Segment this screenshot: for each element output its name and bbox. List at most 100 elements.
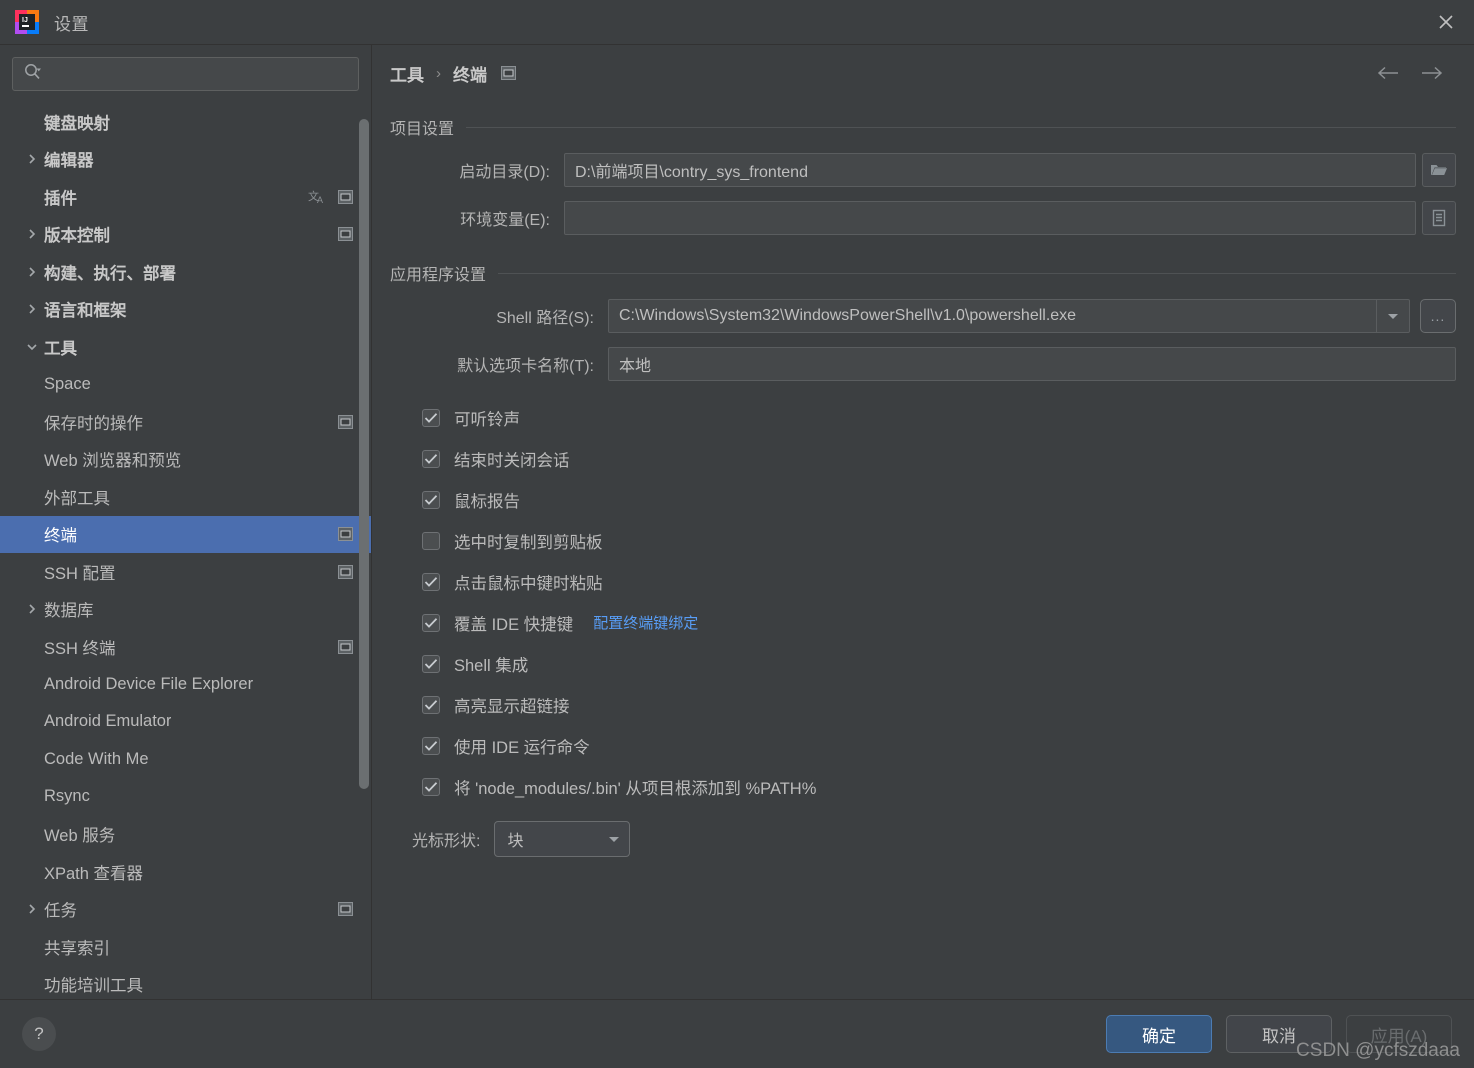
sidebar-item-label: Android Emulator <box>44 712 171 731</box>
checkbox-row-4: 点击鼠标中键时粘贴 <box>390 561 1456 602</box>
shell-path-browse-button[interactable]: ... <box>1420 299 1456 333</box>
start-directory-row: 启动目录(D): D:\前端项目\contry_sys_frontend <box>390 153 1456 187</box>
checkbox-4[interactable] <box>422 573 440 591</box>
checkbox-3[interactable] <box>422 532 440 550</box>
checkbox-label: 覆盖 IDE 快捷键 <box>454 611 573 635</box>
sidebar-item-6[interactable]: 工具 <box>0 328 371 366</box>
sidebar-item-8[interactable]: 保存时的操作 <box>0 403 371 441</box>
sidebar-item-16[interactable]: Android Emulator <box>0 703 371 741</box>
start-directory-input[interactable]: D:\前端项目\contry_sys_frontend <box>564 153 1416 187</box>
checkbox-7[interactable] <box>422 696 440 714</box>
checkbox-6[interactable] <box>422 655 440 673</box>
sidebar-scrollbar-thumb[interactable] <box>359 119 369 789</box>
settings-sidebar: 键盘映射编辑器插件文A 版本控制构建、执行、部署语言和框架工具Space保存时的操… <box>0 45 372 999</box>
chevron-down-icon[interactable] <box>1376 300 1409 332</box>
sidebar-item-22[interactable]: 共享索引 <box>0 928 371 966</box>
cursor-shape-value: 块 <box>495 827 599 851</box>
sidebar-item-10[interactable]: 外部工具 <box>0 478 371 516</box>
sidebar-item-1[interactable]: 编辑器 <box>0 141 371 179</box>
chevron-down-icon[interactable] <box>20 341 44 353</box>
checkbox-row-7: 高亮显示超链接 <box>390 684 1456 725</box>
sidebar-item-label: 任务 <box>44 897 77 921</box>
sidebar-item-18[interactable]: Rsync <box>0 778 371 816</box>
list-icon[interactable] <box>1422 201 1456 235</box>
sidebar-item-11[interactable]: 终端 <box>0 516 371 554</box>
sidebar-item-badges <box>324 527 353 541</box>
checkbox-1[interactable] <box>422 450 440 468</box>
checkbox-5[interactable] <box>422 614 440 632</box>
sidebar-item-13[interactable]: 数据库 <box>0 591 371 629</box>
environment-variables-label: 环境变量(E): <box>390 206 564 230</box>
default-tab-name-label: 默认选项卡名称(T): <box>390 352 608 376</box>
sidebar-item-7[interactable]: Space <box>0 366 371 404</box>
chevron-right-icon[interactable] <box>20 303 44 315</box>
sidebar-item-12[interactable]: SSH 配置 <box>0 553 371 591</box>
checkbox-label: 鼠标报告 <box>454 488 520 512</box>
ok-button[interactable]: 确定 <box>1106 1015 1212 1053</box>
folder-icon[interactable] <box>1422 153 1456 187</box>
sidebar-item-label: XPath 查看器 <box>44 860 143 884</box>
project-settings-group-header: 项目设置 <box>390 115 1456 139</box>
breadcrumb-parent[interactable]: 工具 <box>390 61 424 86</box>
chevron-right-icon[interactable] <box>20 603 44 615</box>
help-button[interactable]: ? <box>22 1017 56 1051</box>
sidebar-item-17[interactable]: Code With Me <box>0 741 371 779</box>
window-title: 设置 <box>54 10 89 35</box>
sidebar-item-20[interactable]: XPath 查看器 <box>0 853 371 891</box>
configure-terminal-keybindings-link[interactable]: 配置终端键绑定 <box>593 612 698 633</box>
checkbox-label: Shell 集成 <box>454 652 528 676</box>
svg-text:IJ: IJ <box>22 17 28 24</box>
application-settings-group-header: 应用程序设置 <box>390 261 1456 285</box>
breadcrumb-current: 终端 <box>453 61 487 86</box>
sidebar-item-15[interactable]: Android Device File Explorer <box>0 666 371 704</box>
cursor-shape-combobox[interactable]: 块 <box>494 821 630 857</box>
shell-path-label: Shell 路径(S): <box>390 304 608 328</box>
environment-variables-row: 环境变量(E): <box>390 201 1456 235</box>
checkbox-label: 将 'node_modules/.bin' 从项目根添加到 %PATH% <box>454 775 816 799</box>
sidebar-item-badges <box>324 640 353 654</box>
checkbox-label: 选中时复制到剪贴板 <box>454 529 603 553</box>
sidebar-scrollbar-track[interactable] <box>359 101 369 999</box>
checkbox-0[interactable] <box>422 409 440 427</box>
sidebar-item-label: 版本控制 <box>44 222 110 246</box>
sidebar-item-19[interactable]: Web 服务 <box>0 816 371 854</box>
arrow-left-icon[interactable] <box>1376 65 1400 81</box>
start-directory-label: 启动目录(D): <box>390 158 564 182</box>
sidebar-item-label: 插件 <box>44 185 77 209</box>
checkbox-2[interactable] <box>422 491 440 509</box>
environment-variables-input[interactable] <box>564 201 1416 235</box>
close-icon[interactable] <box>1418 0 1474 44</box>
chevron-right-icon[interactable] <box>20 228 44 240</box>
svg-text:A: A <box>317 195 323 205</box>
checkbox-row-9: 将 'node_modules/.bin' 从项目根添加到 %PATH% <box>390 766 1456 807</box>
sidebar-item-23[interactable]: 功能培训工具 <box>0 966 371 1000</box>
chevron-right-icon[interactable] <box>20 266 44 278</box>
chevron-right-icon[interactable] <box>20 153 44 165</box>
sidebar-item-label: SSH 终端 <box>44 635 116 659</box>
sidebar-item-2[interactable]: 插件文A <box>0 178 371 216</box>
sidebar-item-21[interactable]: 任务 <box>0 891 371 929</box>
sidebar-item-3[interactable]: 版本控制 <box>0 216 371 254</box>
chevron-right-icon[interactable] <box>20 903 44 915</box>
sidebar-item-9[interactable]: Web 浏览器和预览 <box>0 441 371 479</box>
checkbox-8[interactable] <box>422 737 440 755</box>
search-input[interactable] <box>43 65 350 83</box>
settings-tree[interactable]: 键盘映射编辑器插件文A 版本控制构建、执行、部署语言和框架工具Space保存时的操… <box>0 101 371 999</box>
chevron-down-icon[interactable] <box>599 834 629 844</box>
default-tab-name-input[interactable]: 本地 <box>608 347 1456 381</box>
sidebar-item-0[interactable]: 键盘映射 <box>0 103 371 141</box>
cursor-shape-label: 光标形状: <box>412 827 494 851</box>
cancel-button[interactable]: 取消 <box>1226 1015 1332 1053</box>
sidebar-item-14[interactable]: SSH 终端 <box>0 628 371 666</box>
sidebar-item-label: 数据库 <box>44 597 94 621</box>
sidebar-item-5[interactable]: 语言和框架 <box>0 291 371 329</box>
search-wrapper <box>0 45 371 101</box>
search-box[interactable] <box>12 57 359 91</box>
checkbox-label: 结束时关闭会话 <box>454 447 570 471</box>
sidebar-item-label: 构建、执行、部署 <box>44 260 176 284</box>
checkbox-9[interactable] <box>422 778 440 796</box>
sidebar-item-4[interactable]: 构建、执行、部署 <box>0 253 371 291</box>
arrow-right-icon[interactable] <box>1420 65 1444 81</box>
shell-path-combobox[interactable]: C:\Windows\System32\WindowsPowerShell\v1… <box>608 299 1410 333</box>
default-tab-name-row: 默认选项卡名称(T): 本地 <box>390 347 1456 381</box>
